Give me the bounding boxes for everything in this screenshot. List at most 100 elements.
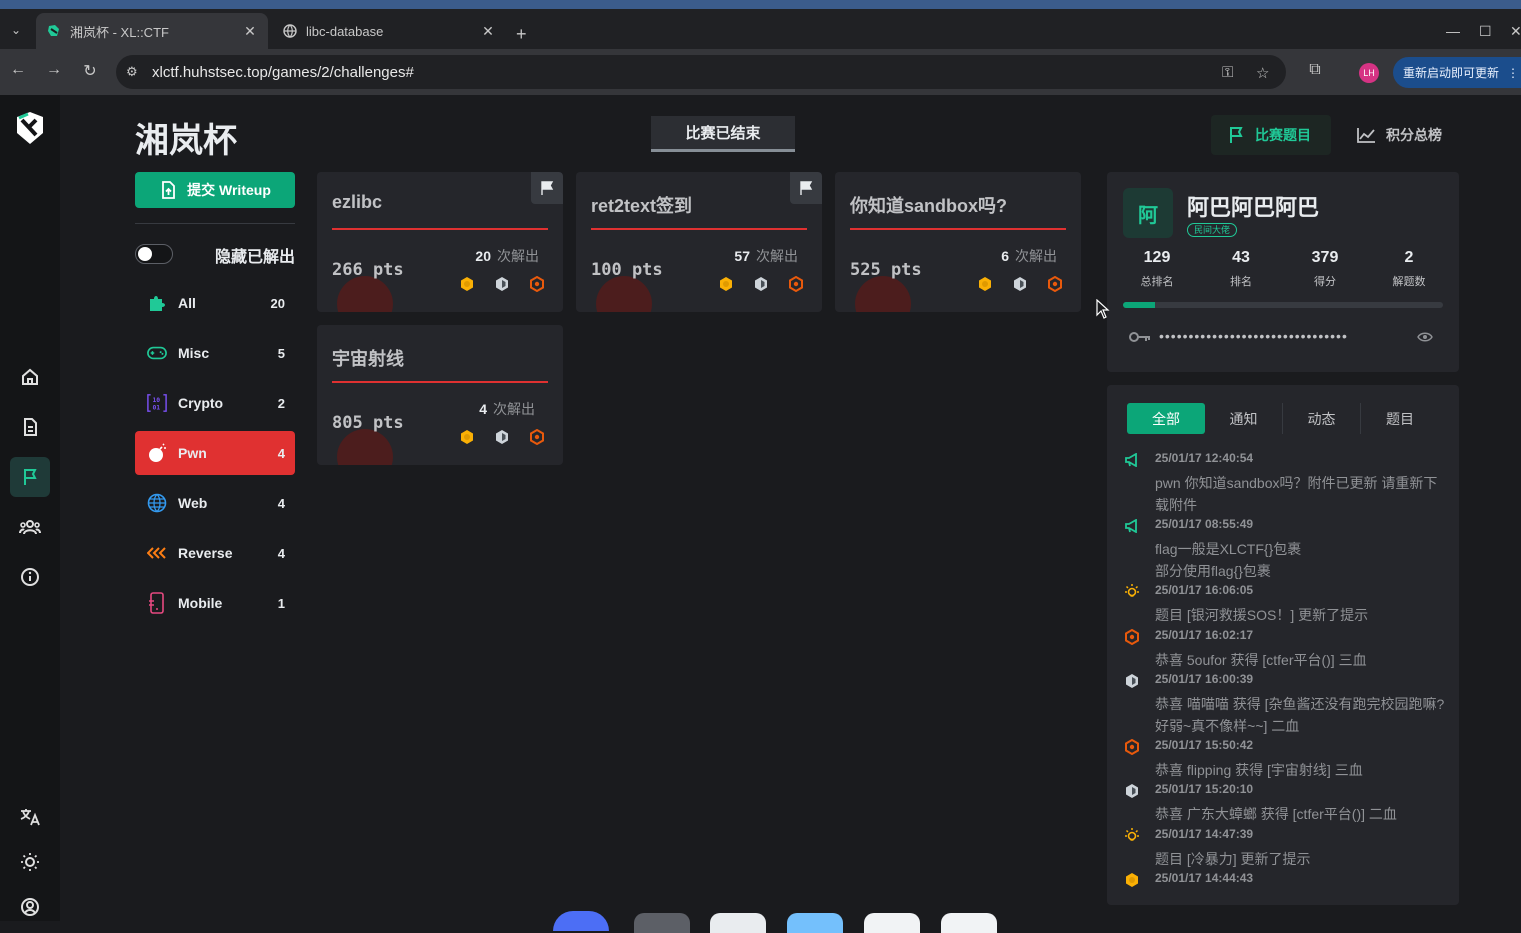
category-count: 1 <box>277 595 285 611</box>
tab-title: 湘岚杯 - XL::CTF <box>70 24 169 40</box>
tab-notices[interactable]: 通知 <box>1205 403 1283 434</box>
category-name: Mobile <box>178 595 223 611</box>
back-icon[interactable]: ← <box>7 61 29 79</box>
games-flag-icon[interactable] <box>10 457 50 497</box>
flag-icon <box>1230 127 1243 143</box>
challenge-card-cosmic-ray[interactable]: 宇宙射线 805 pts 4 次解出 <box>317 325 563 465</box>
dock-app-icon[interactable] <box>634 913 690 933</box>
password-key-icon[interactable]: ⚿ <box>1222 64 1233 81</box>
challenge-card-sandbox[interactable]: 你知道sandbox吗? 525 pts 6 次解出 <box>835 172 1081 312</box>
nav-label: 积分总榜 <box>1386 127 1442 143</box>
solve-count: 20 <box>475 248 491 264</box>
submit-writeup-button[interactable]: 提交 Writeup <box>135 172 295 208</box>
category-count: 2 <box>277 395 285 411</box>
minimize-icon[interactable]: — <box>1446 23 1460 39</box>
svg-text:10: 10 <box>152 397 160 404</box>
gamepad-icon <box>147 343 167 363</box>
globe-icon <box>147 493 167 513</box>
entry-time: 25/01/17 08:55:49 <box>1155 517 1254 531</box>
tab-search-button[interactable]: ⌄ <box>4 19 28 41</box>
category-reverse[interactable]: Reverse 4 <box>135 531 295 575</box>
megaphone-icon <box>1123 517 1141 535</box>
nav-rail <box>0 95 60 921</box>
flag-icon <box>790 172 822 204</box>
silver-medal-icon <box>494 429 510 450</box>
tab-challenges[interactable]: 题目 <box>1361 403 1439 434</box>
blood-medals <box>977 275 1063 297</box>
category-count: 4 <box>277 545 285 561</box>
hide-solved-toggle[interactable] <box>135 244 173 264</box>
dock-app-icon[interactable] <box>941 913 997 933</box>
challenge-card-decoration <box>596 276 652 312</box>
category-name: Pwn <box>178 445 207 461</box>
file-upload-icon <box>162 181 176 199</box>
user-account-icon[interactable] <box>10 887 50 927</box>
globe-icon <box>282 23 298 39</box>
entry-text: 恭喜 flipping 获得 [宇宙射线] 三血 <box>1155 762 1363 778</box>
forward-icon[interactable]: → <box>43 61 65 79</box>
category-all[interactable]: All 20 <box>135 281 295 325</box>
dock-app-icon[interactable] <box>553 911 609 931</box>
team-avatar: 阿 <box>1123 188 1173 238</box>
posts-icon[interactable] <box>10 407 50 447</box>
nav-scoreboard[interactable]: 积分总榜 <box>1340 115 1460 155</box>
solve-count: 57 <box>734 248 750 264</box>
category-name: Crypto <box>178 395 224 411</box>
extensions-icon[interactable]: ⧉ <box>1304 61 1326 79</box>
update-button[interactable]: 重新启动即可更新 ⋮ <box>1393 57 1521 88</box>
dock-app-icon[interactable] <box>864 913 920 933</box>
category-web[interactable]: Web 4 <box>135 481 295 525</box>
dock-app-icon[interactable] <box>710 913 766 933</box>
teams-icon[interactable] <box>10 507 50 547</box>
category-mobile[interactable]: Mobile 1 <box>135 581 295 625</box>
tab-events[interactable]: 动态 <box>1283 403 1361 434</box>
category-crypto[interactable]: 10 01 Crypto 2 <box>135 381 295 425</box>
entry-time: 25/01/17 15:20:10 <box>1155 782 1254 796</box>
theme-toggle-icon[interactable] <box>10 842 50 882</box>
entry-text: 题目 [冷暴力] 更新了提示 <box>1155 851 1311 867</box>
stat-label: 解题数 <box>1392 276 1426 288</box>
address-bar[interactable]: ⚙ xlctf.huhstsec.top/games/2/challenges#… <box>116 55 1286 89</box>
category-name: Misc <box>178 345 210 361</box>
browser-toolbar: ← → ↻ ⚙ xlctf.huhstsec.top/games/2/chall… <box>0 49 1521 95</box>
bomb-icon <box>147 443 167 463</box>
new-tab-button[interactable]: + <box>516 24 527 45</box>
eye-icon[interactable] <box>1417 330 1433 348</box>
stat-score: 379 得分 <box>1283 249 1367 289</box>
stat-value: 43 <box>1232 249 1250 266</box>
solve-label: 次解出 <box>1015 248 1057 264</box>
site-settings-icon[interactable]: ⚙ <box>126 64 138 80</box>
language-icon[interactable] <box>10 797 50 837</box>
browser-tab[interactable]: libc-database ✕ <box>272 13 506 49</box>
reload-icon[interactable]: ↻ <box>79 61 101 81</box>
ctf-app: 湘岚杯 比赛已结束 比赛题目 积分总榜 提交 Writeup 隐藏已解出 All… <box>0 95 1521 933</box>
profile-avatar[interactable]: LH <box>1359 63 1379 83</box>
silver-medal-icon <box>1123 672 1141 690</box>
challenge-name: 你知道sandbox吗? <box>850 196 1008 216</box>
challenge-card-ret2text[interactable]: ret2text签到 100 pts 57 次解出 <box>576 172 822 312</box>
close-tab-icon[interactable]: ✕ <box>242 23 258 40</box>
entry-text: 恭喜 5oufor 获得 [ctfer平台()] 三血 <box>1155 652 1367 668</box>
maximize-icon[interactable]: ☐ <box>1479 23 1492 40</box>
close-window-icon[interactable]: ✕ <box>1510 23 1521 40</box>
dock-app-icon[interactable] <box>787 913 843 933</box>
tab-all[interactable]: 全部 <box>1127 403 1205 434</box>
entry-time: 25/01/17 12:40:54 <box>1155 451 1254 465</box>
site-logo-icon[interactable] <box>14 111 46 145</box>
category-count: 20 <box>270 295 285 311</box>
browser-tab-active[interactable]: 湘岚杯 - XL::CTF ✕ <box>36 13 268 49</box>
challenge-card-ezlibc[interactable]: ezlibc 266 pts 20 次解出 <box>317 172 563 312</box>
challenge-divider <box>591 228 807 230</box>
url-text: xlctf.huhstsec.top/games/2/challenges# <box>152 63 414 81</box>
about-info-icon[interactable] <box>10 557 50 597</box>
bookmark-star-icon[interactable]: ☆ <box>1256 64 1269 82</box>
category-pwn[interactable]: Pwn 4 <box>135 431 295 475</box>
entry-time: 25/01/17 14:47:39 <box>1155 827 1254 841</box>
category-misc[interactable]: Misc 5 <box>135 331 295 375</box>
close-tab-icon[interactable]: ✕ <box>480 23 496 40</box>
home-icon[interactable] <box>10 357 50 397</box>
nav-challenges[interactable]: 比赛题目 <box>1211 115 1331 155</box>
category-count: 5 <box>277 345 285 361</box>
solve-count: 6 <box>1001 248 1009 264</box>
entry-time: 25/01/17 16:00:39 <box>1155 672 1254 686</box>
